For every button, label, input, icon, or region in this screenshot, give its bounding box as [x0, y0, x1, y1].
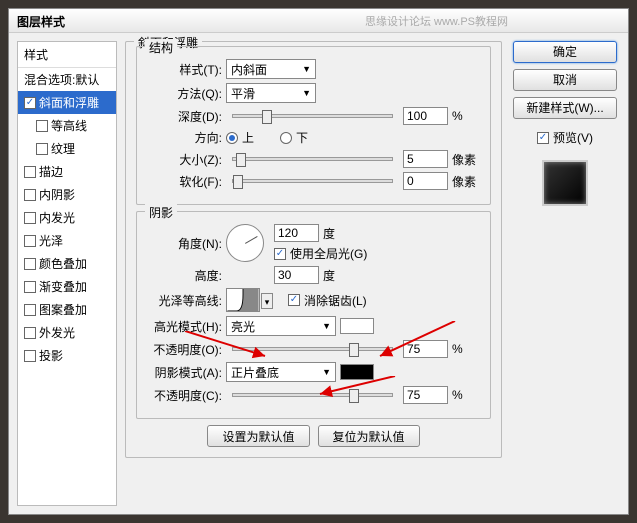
shadow-mode-dropdown[interactable]: 正片叠底▼ — [226, 362, 336, 382]
style-drop-shadow[interactable]: 投影 — [18, 344, 116, 367]
blend-options-item[interactable]: 混合选项:默认 — [18, 68, 116, 91]
style-satin[interactable]: 光泽 — [18, 229, 116, 252]
layer-style-dialog: 图层样式 思缘设计论坛 www.PS教程网 样式 混合选项:默认 斜面和浮雕 等… — [8, 8, 629, 515]
angle-input[interactable]: 120 — [274, 224, 319, 242]
altitude-input[interactable]: 30 — [274, 266, 319, 284]
global-light-checkbox[interactable] — [274, 248, 286, 260]
size-input[interactable]: 5 — [403, 150, 448, 168]
highlight-color-swatch[interactable] — [340, 318, 374, 334]
checkbox-icon[interactable] — [24, 97, 36, 109]
style-outer-glow[interactable]: 外发光 — [18, 321, 116, 344]
preview-checkbox[interactable] — [537, 132, 549, 144]
highlight-opacity-label: 不透明度(O): — [147, 341, 222, 358]
antialias-label: 消除锯齿(L) — [304, 292, 367, 309]
altitude-label: 高度: — [147, 267, 222, 284]
style-inner-glow[interactable]: 内发光 — [18, 206, 116, 229]
style-pattern-overlay[interactable]: 图案叠加 — [18, 298, 116, 321]
technique-label: 方法(Q): — [147, 85, 222, 102]
shadow-color-swatch[interactable] — [340, 364, 374, 380]
chevron-down-icon: ▼ — [322, 321, 331, 331]
checkbox-icon[interactable] — [24, 304, 36, 316]
chevron-down-icon: ▼ — [302, 88, 311, 98]
chevron-down-icon: ▼ — [302, 64, 311, 74]
checkbox-icon[interactable] — [36, 120, 48, 132]
soften-label: 软化(F): — [147, 173, 222, 190]
shadow-opacity-input[interactable]: 75 — [403, 386, 448, 404]
structure-subgroup: 结构 样式(T): 内斜面▼ 方法(Q): 平滑▼ 深度(D): 100 % — [136, 46, 491, 205]
antialias-checkbox[interactable] — [288, 294, 300, 306]
checkbox-icon[interactable] — [24, 235, 36, 247]
highlight-opacity-slider[interactable] — [232, 347, 393, 351]
angle-unit: 度 — [323, 225, 351, 242]
depth-unit: % — [452, 109, 480, 123]
checkbox-icon[interactable] — [24, 212, 36, 224]
ok-button[interactable]: 确定 — [513, 41, 617, 63]
shading-subgroup: 阴影 角度(N): 120 度 使用全局光(G) — [136, 211, 491, 419]
preview-label: 预览(V) — [553, 129, 593, 146]
checkbox-icon[interactable] — [24, 327, 36, 339]
window-title: 图层样式 — [9, 9, 628, 33]
style-dropdown[interactable]: 内斜面▼ — [226, 59, 316, 79]
soften-unit: 像素 — [452, 173, 480, 190]
checkbox-icon[interactable] — [24, 166, 36, 178]
style-label: 样式(T): — [147, 61, 222, 78]
checkbox-icon[interactable] — [24, 281, 36, 293]
depth-label: 深度(D): — [147, 108, 222, 125]
style-stroke[interactable]: 描边 — [18, 160, 116, 183]
technique-dropdown[interactable]: 平滑▼ — [226, 83, 316, 103]
direction-label: 方向: — [147, 129, 222, 146]
dialog-buttons: 确定 取消 新建样式(W)... 预览(V) — [510, 41, 620, 506]
size-unit: 像素 — [452, 151, 480, 168]
structure-group: 斜面和浮雕 结构 样式(T): 内斜面▼ 方法(Q): 平滑▼ 深度(D): 1… — [125, 41, 502, 458]
style-color-overlay[interactable]: 颜色叠加 — [18, 252, 116, 275]
set-default-button[interactable]: 设置为默认值 — [207, 425, 309, 447]
altitude-unit: 度 — [323, 267, 351, 284]
soften-slider[interactable] — [232, 179, 393, 183]
direction-down-radio[interactable] — [280, 132, 292, 144]
depth-input[interactable]: 100 — [403, 107, 448, 125]
style-gradient-overlay[interactable]: 渐变叠加 — [18, 275, 116, 298]
gloss-contour-picker[interactable]: ▾ — [226, 288, 260, 312]
depth-slider[interactable] — [232, 114, 393, 118]
angle-dial[interactable] — [226, 224, 264, 262]
style-texture[interactable]: 纹理 — [18, 137, 116, 160]
styles-list: 样式 混合选项:默认 斜面和浮雕 等高线 纹理 描边 内阴影 内发光 光泽 颜色… — [17, 41, 117, 506]
highlight-mode-dropdown[interactable]: 亮光▼ — [226, 316, 336, 336]
highlight-mode-label: 高光模式(H): — [147, 318, 222, 335]
soften-input[interactable]: 0 — [403, 172, 448, 190]
checkbox-icon[interactable] — [36, 143, 48, 155]
direction-up-radio[interactable] — [226, 132, 238, 144]
shadow-mode-label: 阴影模式(A): — [147, 364, 222, 381]
structure-legend: 结构 — [145, 39, 177, 56]
size-slider[interactable] — [232, 157, 393, 161]
size-label: 大小(Z): — [147, 151, 222, 168]
watermark: 思缘设计论坛 www.PS教程网 — [365, 13, 508, 29]
global-light-label: 使用全局光(G) — [290, 245, 367, 262]
checkbox-icon[interactable] — [24, 350, 36, 362]
style-inner-shadow[interactable]: 内阴影 — [18, 183, 116, 206]
checkbox-icon[interactable] — [24, 189, 36, 201]
angle-label: 角度(N): — [147, 235, 222, 252]
shadow-opacity-label: 不透明度(C): — [147, 387, 222, 404]
gloss-contour-label: 光泽等高线: — [147, 292, 222, 309]
style-bevel[interactable]: 斜面和浮雕 — [18, 91, 116, 114]
cancel-button[interactable]: 取消 — [513, 69, 617, 91]
highlight-opacity-input[interactable]: 75 — [403, 340, 448, 358]
checkbox-icon[interactable] — [24, 258, 36, 270]
new-style-button[interactable]: 新建样式(W)... — [513, 97, 617, 119]
bevel-settings-panel: 斜面和浮雕 结构 样式(T): 内斜面▼ 方法(Q): 平滑▼ 深度(D): 1… — [125, 41, 502, 506]
chevron-down-icon: ▼ — [322, 367, 331, 377]
styles-header: 样式 — [18, 42, 116, 68]
style-contour[interactable]: 等高线 — [18, 114, 116, 137]
preview-thumbnail — [542, 160, 588, 206]
shadow-opacity-slider[interactable] — [232, 393, 393, 397]
chevron-down-icon[interactable]: ▾ — [261, 293, 273, 309]
reset-default-button[interactable]: 复位为默认值 — [318, 425, 420, 447]
shading-legend: 阴影 — [145, 204, 177, 221]
